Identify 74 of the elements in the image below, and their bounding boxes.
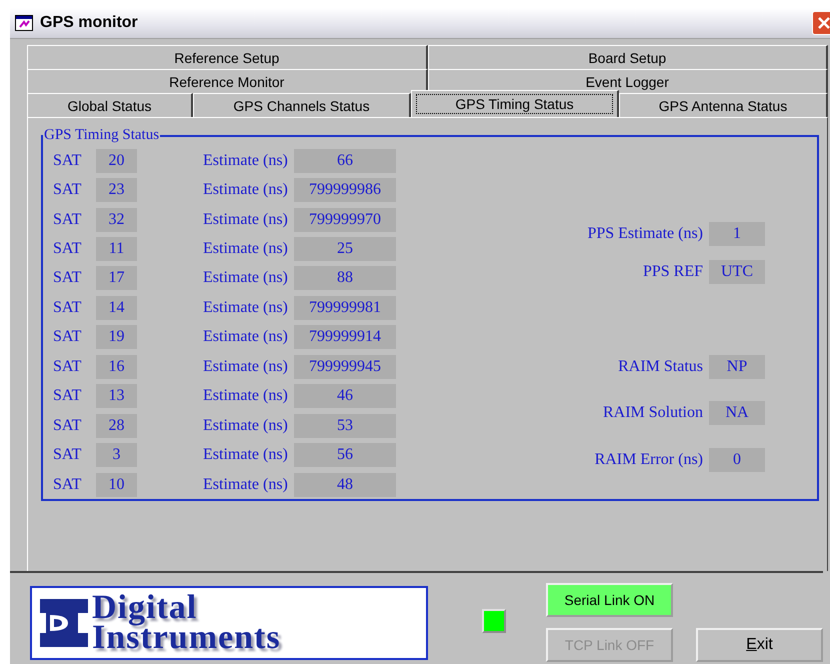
close-button[interactable] (812, 11, 830, 35)
estimate-value: 56 (294, 443, 396, 468)
sat-value: 32 (96, 208, 137, 232)
estimate-value: 88 (294, 266, 396, 290)
field-label: PPS REF (642, 263, 703, 281)
sat-value: 17 (96, 266, 137, 290)
estimate-label: Estimate (ns) (203, 358, 289, 376)
tab[interactable]: Reference Setup (27, 45, 428, 69)
sat-value: 19 (96, 325, 137, 350)
estimate-value: 799999970 (294, 208, 396, 232)
estimate-label: Estimate (ns) (203, 328, 289, 346)
sat-value: 3 (96, 443, 137, 468)
estimate-label: Estimate (ns) (203, 476, 289, 494)
estimate-label: Estimate (ns) (203, 446, 289, 464)
estimate-value: 799999945 (294, 354, 396, 379)
field-label: PPS Estimate (ns) (587, 225, 703, 243)
estimate-label: Estimate (ns) (203, 269, 289, 288)
window-title: GPS monitor (40, 14, 138, 32)
sat-label: SAT (53, 240, 82, 258)
exit-button[interactable]: Exit (696, 628, 823, 662)
sat-label: SAT (53, 210, 82, 229)
field-label: RAIM Status (618, 358, 703, 376)
tab[interactable]: Event Logger (428, 69, 828, 93)
estimate-value: 66 (294, 148, 396, 173)
estimate-value: 53 (294, 414, 396, 438)
sat-label: SAT (53, 328, 82, 346)
estimate-value: 799999981 (294, 296, 396, 320)
tab[interactable]: GPS Timing Status (411, 90, 619, 117)
tab[interactable]: Board Setup (428, 45, 828, 69)
estimate-label: Estimate (ns) (203, 298, 289, 317)
sat-label: SAT (53, 358, 82, 376)
group-title: GPS Timing Status (43, 127, 160, 144)
tab[interactable]: Reference Monitor (27, 69, 428, 93)
sat-value: 10 (96, 472, 137, 497)
sat-label: SAT (53, 387, 82, 406)
app-icon (15, 15, 33, 31)
estimate-value: 25 (294, 237, 396, 262)
estimate-label: Estimate (ns) (203, 181, 289, 200)
estimate-label: Estimate (ns) (203, 152, 289, 170)
tab[interactable]: Global Status (27, 93, 193, 117)
sat-label: SAT (53, 476, 82, 494)
sat-label: SAT (53, 181, 82, 200)
estimate-label: Estimate (ns) (203, 416, 289, 435)
estimate-label: Estimate (ns) (203, 240, 289, 258)
estimate-value: 799999986 (294, 178, 396, 202)
sat-value: 13 (96, 384, 137, 408)
estimate-value: 46 (294, 384, 396, 408)
estimate-label: Estimate (ns) (203, 210, 289, 229)
sat-label: SAT (53, 269, 82, 288)
field-value: NP (709, 355, 765, 379)
sat-label: SAT (53, 446, 82, 464)
sat-value: 23 (96, 178, 137, 202)
sat-value: 20 (96, 148, 137, 173)
field-label: RAIM Solution (602, 404, 703, 422)
sat-label: SAT (53, 416, 82, 435)
estimate-value: 48 (294, 472, 396, 497)
field-value: NA (709, 401, 765, 425)
sat-value: 28 (96, 414, 137, 438)
sat-label: SAT (53, 152, 82, 170)
tab[interactable]: GPS Channels Status (193, 93, 411, 117)
estimate-value: 799999914 (294, 325, 396, 350)
field-value: 1 (709, 222, 765, 246)
link-button[interactable]: Serial Link ON (546, 583, 673, 617)
sat-value: 11 (96, 237, 137, 262)
field-value: UTC (709, 260, 765, 284)
sat-label: SAT (53, 298, 82, 317)
field-label: RAIM Error (ns) (594, 451, 703, 469)
close-icon (816, 15, 830, 31)
estimate-label: Estimate (ns) (203, 387, 289, 406)
tab[interactable]: GPS Antenna Status (619, 93, 828, 117)
sat-value: 16 (96, 354, 137, 379)
field-value: 0 (709, 448, 765, 472)
sat-value: 14 (96, 296, 137, 320)
logo-text: Digital (92, 593, 198, 623)
